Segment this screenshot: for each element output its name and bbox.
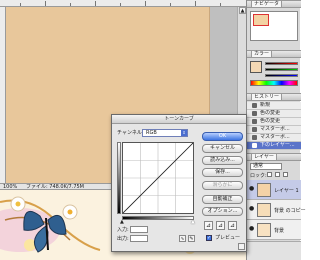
history-item-selected[interactable]: 下のレイヤー... — [247, 142, 301, 150]
navigator-thumbnail[interactable] — [250, 11, 298, 41]
curves-dialog-title[interactable]: トーンカーブ — [112, 115, 246, 124]
ruler-top — [0, 0, 246, 7]
history-item-label: マスターボ... — [260, 134, 290, 140]
history-step-icon — [252, 135, 257, 140]
cancel-button[interactable]: キャンセル — [202, 144, 243, 153]
layers-panel-tab[interactable]: レイヤー — [247, 153, 301, 161]
smooth-button[interactable]: 滑らかに — [202, 181, 243, 190]
white-point-slider-icon[interactable]: ▲ — [191, 220, 195, 225]
history-panel-tab[interactable]: ヒストリー — [247, 93, 301, 101]
input-value-field[interactable] — [130, 226, 148, 233]
history-item-label: 色の変更 — [260, 110, 281, 116]
blue-slider[interactable] — [265, 74, 298, 77]
channel-select-value: RGB — [146, 130, 157, 136]
black-eyedropper-icon[interactable]: ⊿ — [204, 221, 213, 230]
history-step-icon — [252, 103, 257, 108]
options-button[interactable]: オプション... — [202, 207, 243, 216]
visibility-eye-icon[interactable]: ● — [249, 206, 255, 212]
history-item[interactable]: マスターボ... — [247, 126, 301, 134]
layer-thumbnail — [257, 223, 271, 237]
history-tab-label[interactable]: ヒストリー — [251, 94, 283, 100]
history-step-icon — [252, 143, 257, 148]
output-value-field[interactable] — [130, 235, 148, 242]
output-gradient-bar — [117, 142, 121, 214]
green-slider[interactable] — [265, 68, 298, 71]
history-item-label: 新規 — [260, 102, 271, 108]
foreground-color-swatch[interactable] — [250, 61, 262, 73]
channel-select[interactable]: RGB ⇕ — [142, 129, 188, 137]
history-step-icon — [252, 119, 257, 124]
layer-name[interactable]: 背景 のコピー — [274, 207, 306, 214]
curve-point-tool-icon[interactable]: ∿ — [179, 235, 186, 242]
layer-row[interactable]: ● レイヤー 1 — [247, 180, 301, 200]
history-item[interactable]: 色の変更 — [247, 110, 301, 118]
curve-grid-svg[interactable] — [122, 142, 194, 214]
save-button[interactable]: 保存... — [202, 168, 243, 177]
red-slider[interactable] — [265, 62, 298, 65]
lock-pixels-icon[interactable] — [275, 172, 280, 177]
layer-row[interactable]: ● 背景 のコピー — [247, 200, 306, 220]
white-eyedropper-icon[interactable]: ⊿ — [228, 221, 237, 230]
history-item-label: マスターボ... — [260, 126, 290, 132]
history-item-label: 色の変更 — [260, 118, 281, 124]
ok-button[interactable]: OK — [202, 132, 243, 141]
lock-label: ロック: — [250, 173, 267, 179]
layer-thumbnail — [257, 203, 271, 217]
blend-mode-select[interactable]: 通常 — [250, 163, 282, 170]
layer-name[interactable]: 背景 — [274, 227, 284, 234]
auto-button[interactable]: 自動補正 — [202, 195, 243, 204]
preview-label: プレビュー — [215, 235, 241, 241]
navigator-panel-tab[interactable]: ナビゲータ — [247, 0, 301, 8]
dropdown-arrow-icon[interactable]: ⇕ — [181, 130, 187, 136]
scroll-up-icon[interactable]: ▲ — [239, 7, 246, 14]
load-button[interactable]: 読み込み... — [202, 156, 243, 165]
history-item[interactable]: マスターボ... — [247, 134, 301, 142]
gray-eyedropper-icon[interactable]: ⊿ — [216, 221, 225, 230]
navigator-view-box[interactable] — [253, 14, 269, 26]
visibility-eye-icon[interactable]: ● — [249, 186, 255, 192]
color-ramp[interactable] — [250, 80, 298, 86]
color-tab-label[interactable]: カラー — [251, 51, 273, 57]
black-point-slider-icon[interactable]: ▲ — [120, 220, 124, 225]
layer-row[interactable]: ● 背景 — [247, 220, 301, 240]
navigator-tab-label[interactable]: ナビゲータ — [251, 1, 283, 7]
curves-dialog: トーンカーブ チャンネル: RGB ⇕ ▲ ▲ 入力: 出力: ∿ ✎ OK キ… — [111, 114, 247, 252]
pencil-tool-icon[interactable]: ✎ — [188, 235, 195, 242]
channel-label: チャンネル: — [117, 130, 144, 136]
layer-thumbnail — [257, 183, 271, 197]
history-item[interactable]: 色の変更 — [247, 118, 301, 126]
curve-graph[interactable] — [122, 142, 194, 214]
expand-dialog-icon[interactable] — [238, 243, 245, 250]
visibility-eye-icon[interactable]: ● — [249, 226, 255, 232]
lock-transparency-icon[interactable] — [267, 172, 272, 177]
layers-panel-footer — [247, 241, 301, 260]
history-item-label: 下のレイヤー... — [260, 142, 295, 148]
input-label: 入力: — [117, 227, 129, 233]
preview-checkbox[interactable]: ✓ — [206, 235, 212, 241]
history-step-icon — [252, 127, 257, 132]
layers-tab-label[interactable]: レイヤー — [251, 154, 277, 160]
history-item[interactable]: 新規 — [247, 102, 301, 110]
color-panel-tab[interactable]: カラー — [247, 50, 301, 58]
layer-name[interactable]: レイヤー 1 — [274, 187, 299, 194]
right-panels: ナビゲータ カラー ヒストリー 新規 色の変更 色の変更 マスターボ... マス… — [246, 0, 306, 260]
output-label: 出力: — [117, 236, 129, 242]
input-gradient-bar — [122, 216, 194, 220]
history-step-icon — [252, 111, 257, 116]
lock-position-icon[interactable] — [283, 172, 288, 177]
